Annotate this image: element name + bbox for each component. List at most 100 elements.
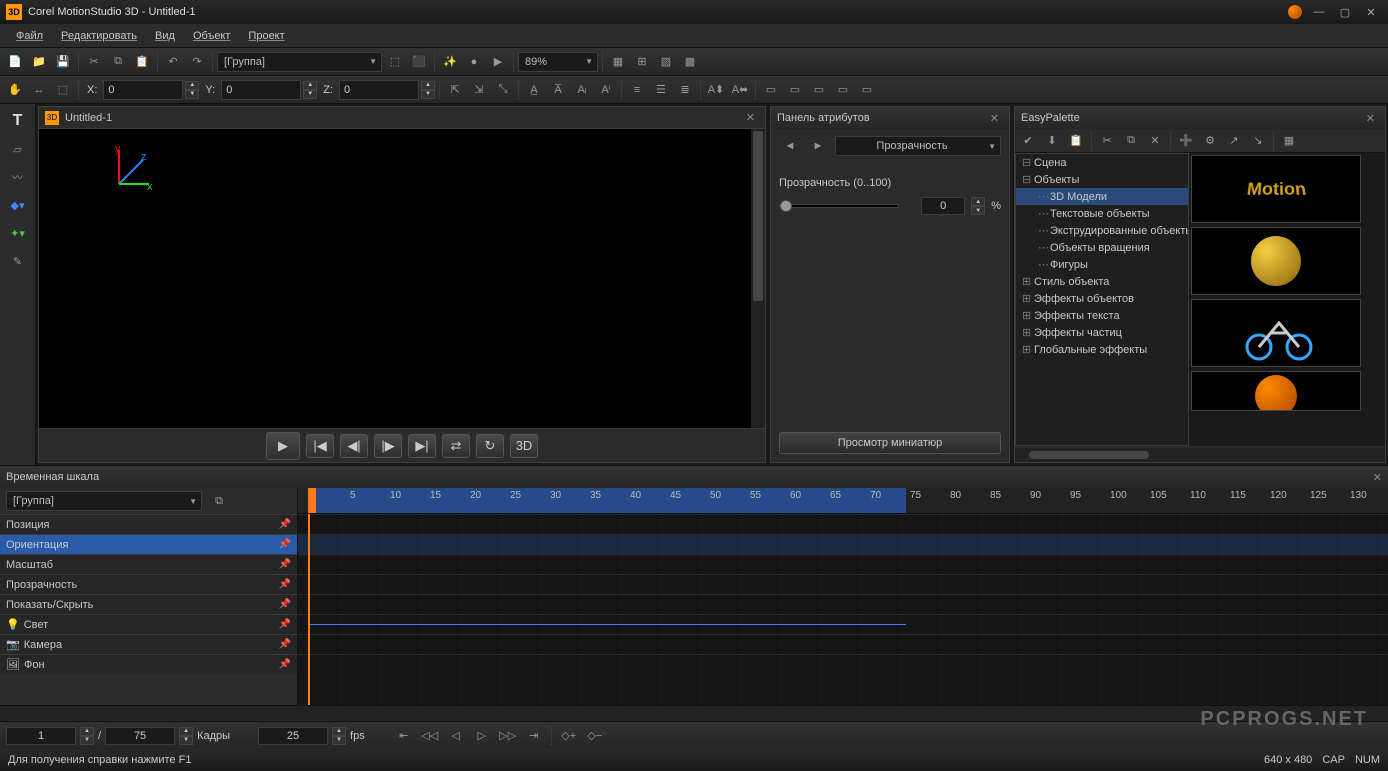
- undo-icon[interactable]: ↶: [162, 51, 184, 73]
- tree-item[interactable]: ⊟Объекты: [1016, 171, 1188, 188]
- tree-item[interactable]: ⋯Объекты вращения: [1016, 239, 1188, 256]
- menu-edit[interactable]: Редактировать: [53, 28, 145, 44]
- z-up[interactable]: ▲: [421, 81, 435, 90]
- hand-icon[interactable]: ✋: [4, 79, 26, 101]
- key-back-icon[interactable]: ◁: [445, 725, 467, 747]
- prev-frame-button[interactable]: ◀|: [340, 434, 368, 458]
- timeline-close-icon[interactable]: ✕: [1373, 471, 1382, 484]
- move-icon[interactable]: ↔: [28, 79, 50, 101]
- attr-mode-dropdown[interactable]: Прозрачность▼: [835, 136, 1001, 156]
- ep-del-icon[interactable]: ✕: [1144, 130, 1166, 152]
- redo-icon[interactable]: ↷: [186, 51, 208, 73]
- particle-tool-icon[interactable]: ✦▾: [4, 220, 32, 246]
- x-up[interactable]: ▲: [185, 81, 199, 90]
- ep-paste-icon[interactable]: 📋: [1065, 130, 1087, 152]
- halign-r-icon[interactable]: ≣: [674, 79, 696, 101]
- tree-item[interactable]: ⊞Эффекты частиц: [1016, 324, 1188, 341]
- cut-icon[interactable]: ✂: [83, 51, 105, 73]
- last-frame-button[interactable]: ▶|: [408, 434, 436, 458]
- ep-import-icon[interactable]: ↘: [1247, 130, 1269, 152]
- open-icon[interactable]: 📁: [28, 51, 50, 73]
- grid3-icon[interactable]: ▧: [655, 51, 677, 73]
- tree-item[interactable]: ⋯Экструдированные объекть: [1016, 222, 1188, 239]
- y-up[interactable]: ▲: [303, 81, 317, 90]
- align1-icon[interactable]: ⇱: [444, 79, 466, 101]
- timeline-copy-icon[interactable]: ⧉: [208, 490, 230, 512]
- edit-tool-icon[interactable]: ✎: [4, 248, 32, 274]
- box3-icon[interactable]: ▭: [808, 79, 830, 101]
- text-a1-icon[interactable]: A̲: [523, 79, 545, 101]
- menu-file[interactable]: Файл: [8, 28, 51, 44]
- copy-icon[interactable]: ⧉: [107, 51, 129, 73]
- key-last-icon[interactable]: ▷▷: [497, 725, 519, 747]
- grid1-icon[interactable]: ▦: [607, 51, 629, 73]
- text-b1-icon[interactable]: A⬍: [705, 79, 727, 101]
- y-input[interactable]: [221, 80, 301, 100]
- tree-item[interactable]: ⊞Стиль объекта: [1016, 273, 1188, 290]
- tool-a-icon[interactable]: ⬚: [384, 51, 406, 73]
- minimize-button[interactable]: —: [1308, 4, 1330, 20]
- x-down[interactable]: ▼: [185, 90, 199, 99]
- thumb-item[interactable]: [1191, 371, 1361, 411]
- timeline-track[interactable]: Показать/Скрыть📌: [0, 594, 297, 614]
- new-icon[interactable]: 📄: [4, 51, 26, 73]
- grid2-icon[interactable]: ⊞: [631, 51, 653, 73]
- select-icon[interactable]: ⬚: [52, 79, 74, 101]
- z-input[interactable]: [339, 80, 419, 100]
- save-icon[interactable]: 💾: [52, 51, 74, 73]
- play-button[interactable]: ▶: [266, 432, 300, 460]
- attr-next-icon[interactable]: ►: [807, 135, 829, 157]
- tree-item[interactable]: ⊞Эффекты объектов: [1016, 290, 1188, 307]
- fps-input[interactable]: [258, 727, 328, 745]
- opacity-down[interactable]: ▼: [971, 206, 985, 215]
- primitive-tool-icon[interactable]: ◆▾: [4, 192, 32, 218]
- box2-icon[interactable]: ▭: [784, 79, 806, 101]
- tree-item[interactable]: ⊞Эффекты текста: [1016, 307, 1188, 324]
- text-a2-icon[interactable]: A̅: [547, 79, 569, 101]
- ep-add-icon[interactable]: ➕: [1175, 130, 1197, 152]
- playhead[interactable]: [308, 488, 316, 513]
- tree-item[interactable]: ⋯Фигуры: [1016, 256, 1188, 273]
- timeline-track[interactable]: 💡Свет📌: [0, 614, 297, 634]
- z-down[interactable]: ▼: [421, 90, 435, 99]
- timeline-h-scrollbar[interactable]: [0, 705, 1388, 721]
- refresh-button[interactable]: ↻: [476, 434, 504, 458]
- key-first-icon[interactable]: ◁◁: [419, 725, 441, 747]
- attribute-panel-close-icon[interactable]: ✕: [986, 112, 1003, 125]
- text-a4-icon[interactable]: Aⁱ: [595, 79, 617, 101]
- timeline-ruler[interactable]: 1510152025303540455055606570758085909510…: [298, 488, 1388, 514]
- key-add-icon[interactable]: ◇+: [558, 725, 580, 747]
- viewport-scrollbar[interactable]: [751, 129, 765, 428]
- mode-3d-button[interactable]: 3D: [510, 434, 538, 458]
- key-del-icon[interactable]: ◇−: [584, 725, 606, 747]
- menu-view[interactable]: Вид: [147, 28, 183, 44]
- tool-b-icon[interactable]: ⬛: [408, 51, 430, 73]
- close-button[interactable]: ✕: [1360, 4, 1382, 20]
- easypalette-close-icon[interactable]: ✕: [1362, 112, 1379, 125]
- ep-copy-icon[interactable]: ⧉: [1120, 130, 1142, 152]
- shape-tool-icon[interactable]: ▱: [4, 136, 32, 162]
- y-down[interactable]: ▼: [303, 90, 317, 99]
- frame-current-input[interactable]: [6, 727, 76, 745]
- sphere-icon[interactable]: ●: [463, 51, 485, 73]
- loop-button[interactable]: ⇄: [442, 434, 470, 458]
- grid4-icon[interactable]: ▩: [679, 51, 701, 73]
- thumb-item[interactable]: [1191, 227, 1361, 295]
- next-frame-button[interactable]: |▶: [374, 434, 402, 458]
- halign-l-icon[interactable]: ≡: [626, 79, 648, 101]
- key-next-icon[interactable]: ⇥: [523, 725, 545, 747]
- thumb-item[interactable]: [1191, 299, 1361, 367]
- thumb-item[interactable]: Motion: [1191, 155, 1361, 223]
- align3-icon[interactable]: ⤡: [492, 79, 514, 101]
- paste-icon[interactable]: 📋: [131, 51, 153, 73]
- ep-grid-icon[interactable]: ▦: [1278, 130, 1300, 152]
- timeline-track[interactable]: 📷Камера📌: [0, 634, 297, 654]
- text-tool-icon[interactable]: T: [4, 108, 32, 134]
- tree-item[interactable]: ⋯Текстовые объекты: [1016, 205, 1188, 222]
- ep-gear-icon[interactable]: ⚙: [1199, 130, 1221, 152]
- timeline-track[interactable]: Ориентация📌: [0, 534, 297, 554]
- timeline-group-dropdown[interactable]: [Группа]▼: [6, 491, 202, 511]
- attr-prev-icon[interactable]: ◄: [779, 135, 801, 157]
- box1-icon[interactable]: ▭: [760, 79, 782, 101]
- viewport-close-icon[interactable]: ✕: [742, 111, 759, 124]
